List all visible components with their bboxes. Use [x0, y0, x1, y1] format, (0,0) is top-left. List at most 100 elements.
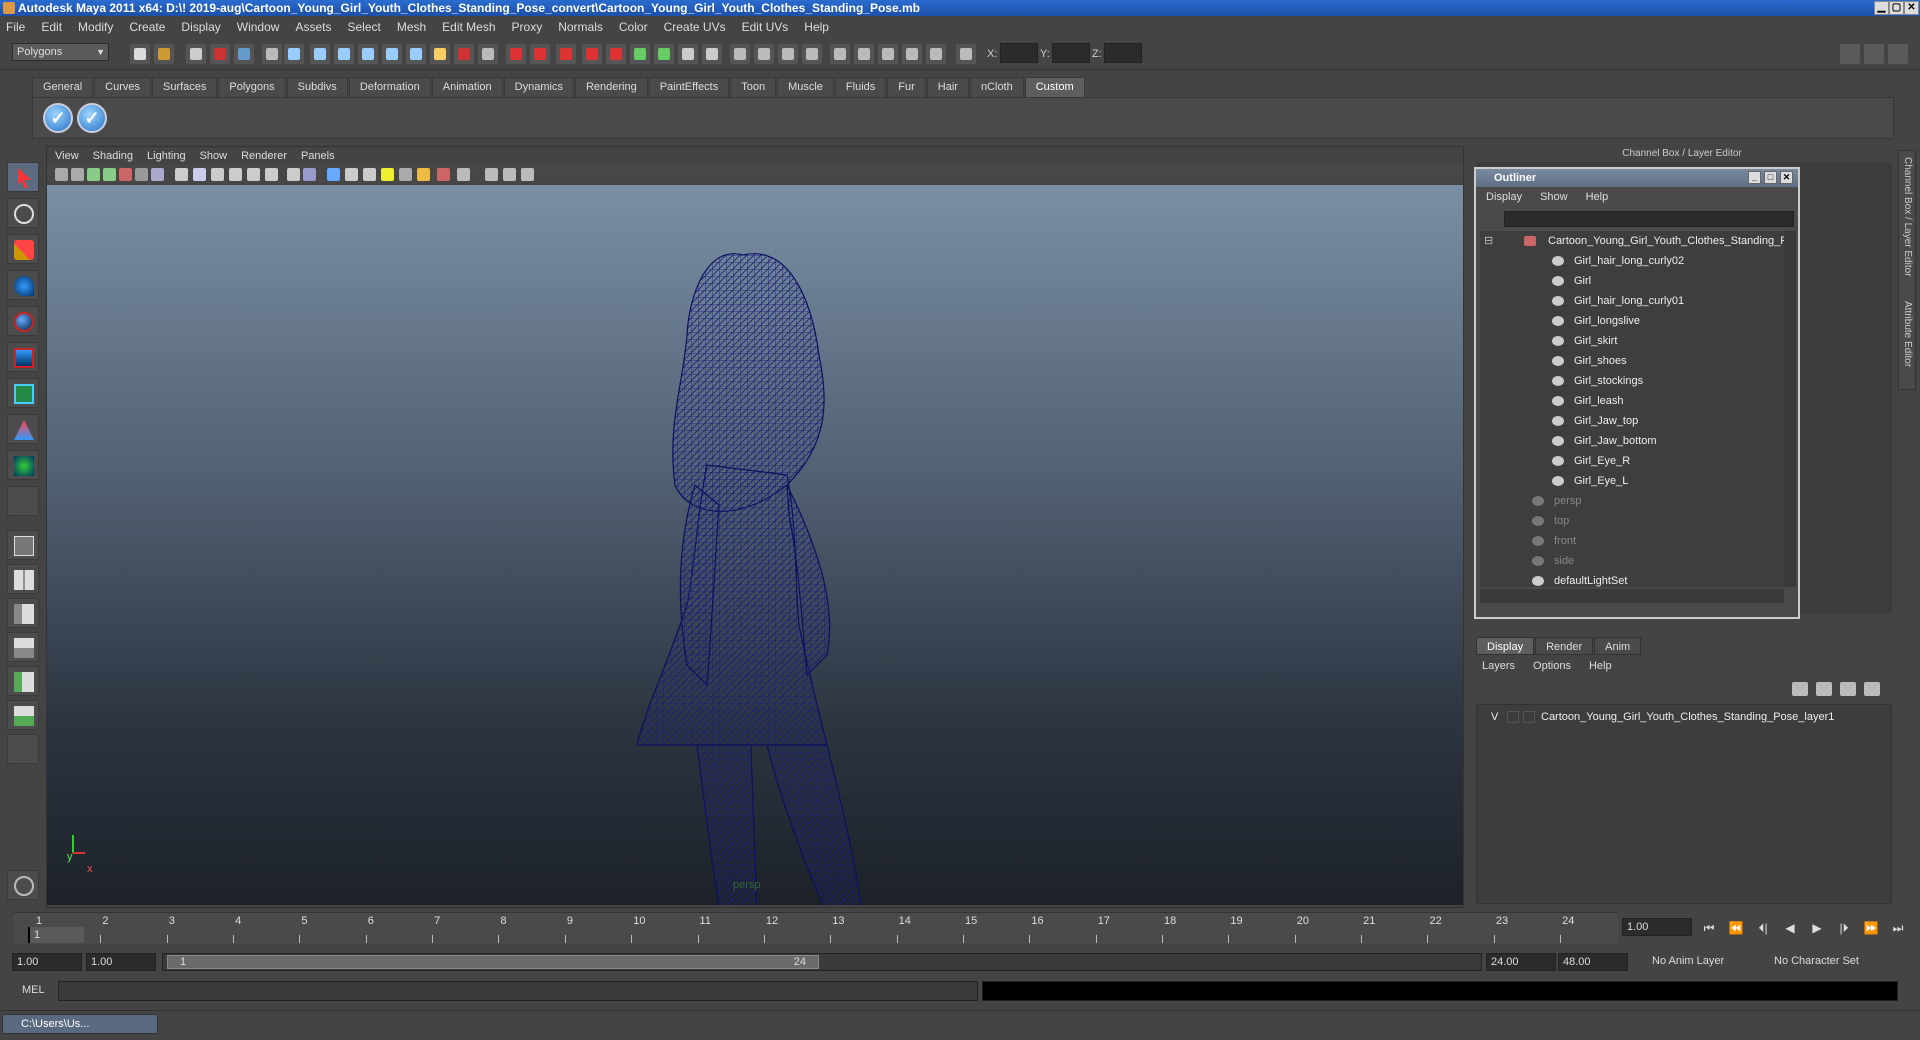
status-tool-icon[interactable]	[678, 44, 698, 64]
status-tool-icon[interactable]	[754, 44, 774, 64]
viewport-tool-icon[interactable]	[485, 168, 498, 181]
viewport-tool-icon[interactable]	[381, 168, 394, 181]
viewport-tool-icon[interactable]	[457, 168, 470, 181]
range-slider-handle[interactable]: 1 24	[167, 955, 819, 969]
outliner-vertical-scrollbar[interactable]	[1784, 231, 1796, 587]
status-tool-icon[interactable]	[530, 44, 550, 64]
outliner-horizontal-scrollbar[interactable]	[1480, 589, 1784, 603]
render-settings-icon[interactable]	[7, 870, 39, 900]
shelf-tab-custom[interactable]: Custom	[1024, 77, 1085, 97]
persp-graph-layout-icon[interactable]	[7, 632, 39, 662]
viewport-tool-icon[interactable]	[247, 168, 260, 181]
viewport-tool-icon[interactable]	[135, 168, 148, 181]
status-tool-icon[interactable]	[478, 44, 498, 64]
outliner-item[interactable]: front	[1480, 531, 1780, 551]
shelf-tab-rendering[interactable]: Rendering	[574, 77, 648, 97]
rotate-tool-icon[interactable]	[7, 306, 39, 336]
viewport-tool-icon[interactable]	[211, 168, 224, 181]
step-forward-frame-icon[interactable]: |⏵	[1835, 920, 1853, 936]
menu-edit-uvs[interactable]: Edit UVs	[742, 20, 789, 34]
viewport-menu-shading[interactable]: Shading	[93, 150, 133, 162]
outliner-item[interactable]: Girl_leash	[1480, 391, 1780, 411]
status-tool-icon[interactable]	[382, 44, 402, 64]
outliner-root-item[interactable]: ⊟ Cartoon_Young_Girl_Youth_Clothes_Standi…	[1480, 231, 1784, 251]
select-tool-icon[interactable]	[7, 162, 39, 192]
animation-start-field[interactable]: 1.00	[12, 953, 82, 971]
checkmark-shelf-icon[interactable]: ✓	[77, 103, 107, 133]
hypershade-layout-icon[interactable]	[7, 666, 39, 696]
outliner-item[interactable]: Girl_Jaw_bottom	[1480, 431, 1780, 451]
viewport-menu-show[interactable]: Show	[200, 150, 228, 162]
layer-tab-display[interactable]: Display	[1476, 637, 1535, 655]
viewport-tool-icon[interactable]	[303, 168, 316, 181]
menu-create[interactable]: Create	[129, 20, 165, 34]
x-field[interactable]	[1000, 43, 1038, 63]
animation-end-field[interactable]: 48.00	[1558, 953, 1628, 971]
outliner-item[interactable]: defaultLightSet	[1480, 571, 1780, 587]
menu-window[interactable]: Window	[237, 20, 280, 34]
status-tool-icon[interactable]	[926, 44, 946, 64]
status-tool-icon[interactable]	[854, 44, 874, 64]
viewport-tool-icon[interactable]	[151, 168, 164, 181]
single-pane-layout-icon[interactable]	[7, 530, 39, 560]
shelf-tab-deformation[interactable]: Deformation	[348, 77, 431, 97]
manipulator-tool-icon[interactable]	[7, 378, 39, 408]
step-back-key-icon[interactable]: ⏪	[1727, 920, 1745, 936]
viewport-menu-renderer[interactable]: Renderer	[241, 150, 287, 162]
paint-select-tool-icon[interactable]	[7, 234, 39, 264]
layer-tab-anim[interactable]: Anim	[1594, 637, 1642, 655]
status-tool-icon[interactable]	[654, 44, 674, 64]
viewport-tool-icon[interactable]	[327, 168, 340, 181]
time-slider[interactable]: 1 2 3 4 5 6 7 8 9 10 11 12 13 14 15 16 17 18 19 20 21 22 23 24 1	[14, 912, 1618, 944]
outliner-item[interactable]: side	[1480, 551, 1780, 571]
step-forward-key-icon[interactable]: ⏩	[1862, 920, 1880, 936]
viewport-tool-icon[interactable]	[119, 168, 132, 181]
status-tool-icon[interactable]	[902, 44, 922, 64]
status-tool-icon[interactable]	[234, 44, 254, 64]
viewport-tool-icon[interactable]	[87, 168, 100, 181]
viewport-tool-icon[interactable]	[229, 168, 242, 181]
current-frame-marker[interactable]: 1	[28, 927, 84, 943]
shelf-tab-muscle[interactable]: Muscle	[777, 77, 834, 97]
move-tool-icon[interactable]	[7, 270, 39, 300]
shelf-tab-polygons[interactable]: Polygons	[218, 77, 286, 97]
menu-proxy[interactable]: Proxy	[512, 20, 543, 34]
status-tool-icon[interactable]	[284, 44, 304, 64]
outliner-filter-input[interactable]	[1504, 211, 1794, 227]
viewport-tool-icon[interactable]	[437, 168, 450, 181]
outliner-item[interactable]: persp	[1480, 491, 1780, 511]
outliner-persp-layout-icon[interactable]	[7, 598, 39, 628]
status-tool-icon[interactable]	[210, 44, 230, 64]
status-tool-icon[interactable]	[454, 44, 474, 64]
close-button[interactable]: ✕	[1904, 1, 1919, 15]
current-frame-field[interactable]: 1.00	[1622, 918, 1692, 936]
status-tool-icon[interactable]	[406, 44, 426, 64]
status-tool-icon[interactable]	[262, 44, 282, 64]
viewport-tool-icon[interactable]	[417, 168, 430, 181]
side-tab-attribute-editor[interactable]: Attribute Editor	[1902, 301, 1913, 367]
shelf-tab-fluids[interactable]: Fluids	[834, 77, 887, 97]
mel-command-input[interactable]	[58, 981, 978, 1001]
layout-options-icon[interactable]	[7, 734, 39, 764]
layer-tab-render[interactable]: Render	[1535, 637, 1594, 655]
viewport-tool-icon[interactable]	[55, 168, 68, 181]
toggle-tool-settings-icon[interactable]	[1888, 44, 1908, 64]
viewport-tool-icon[interactable]	[521, 168, 534, 181]
shelf-tab-dynamics[interactable]: Dynamics	[503, 77, 574, 97]
play-backward-icon[interactable]: ◀	[1781, 920, 1799, 936]
new-layer-selected-icon[interactable]	[1816, 682, 1832, 696]
anim-layer-selector[interactable]: No Anim Layer	[1648, 953, 1758, 971]
menu-create-uvs[interactable]: Create UVs	[664, 20, 726, 34]
shelf-tab-subdivs[interactable]: Subdivs	[286, 77, 348, 97]
collapse-toggle-icon[interactable]: ⊟	[1484, 231, 1493, 251]
layer-row[interactable]: V Cartoon_Young_Girl_Youth_Clothes_Stand…	[1477, 707, 1891, 727]
outliner-item[interactable]: Girl_Eye_L	[1480, 471, 1780, 491]
menu-set-selector[interactable]: Polygons ▼	[12, 43, 109, 61]
menu-help[interactable]: Help	[804, 20, 829, 34]
outliner-menu-display[interactable]: Display	[1486, 191, 1522, 203]
status-tool-icon[interactable]	[506, 44, 526, 64]
close-icon[interactable]: ✕	[1780, 171, 1793, 184]
status-tool-icon[interactable]	[430, 44, 450, 64]
viewport-tool-icon[interactable]	[193, 168, 206, 181]
viewport-menu-panels[interactable]: Panels	[301, 150, 335, 162]
